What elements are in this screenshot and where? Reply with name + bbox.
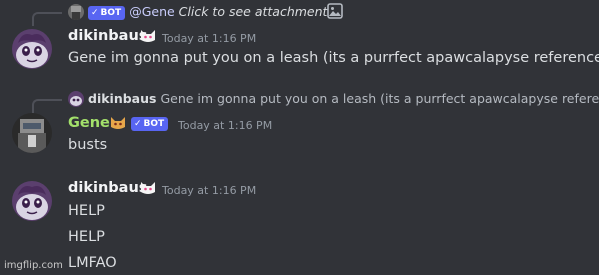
reply-avatar-dikinbaus[interactable] [68, 91, 84, 107]
reply-connector [32, 12, 62, 26]
bot-tag: ✓ BOT [131, 117, 169, 131]
username-dikinbaus[interactable]: dikinbaus [68, 28, 147, 44]
message-line: LMFAO [68, 255, 117, 271]
cat-badge-icon [139, 28, 157, 44]
timestamp: Today at 1:16 PM [162, 32, 257, 45]
message-text: busts [68, 137, 108, 153]
image-icon[interactable] [327, 3, 343, 19]
avatar-gene[interactable] [12, 113, 52, 153]
check-icon: ✓ [91, 8, 99, 18]
timestamp: Today at 1:16 PM [162, 184, 257, 197]
message-line: HELP [68, 203, 105, 219]
message-line: HELP [68, 229, 105, 245]
avatar-dikinbaus[interactable] [12, 181, 52, 221]
reply-text[interactable]: Gene im gonna put you on a leash (its a … [160, 91, 599, 106]
message-text: Gene im gonna put you on a leash (its a … [68, 50, 599, 66]
avatar-dikinbaus[interactable] [12, 29, 52, 69]
reply-avatar-gene[interactable] [68, 4, 84, 20]
username-gene[interactable]: Gene [68, 115, 110, 131]
reply-preview-2[interactable]: dikinbaus Gene im gonna put you on a lea… [88, 91, 599, 106]
bot-tag: ✓ BOT [88, 6, 126, 20]
reply-mention[interactable]: @Gene [129, 4, 175, 19]
reply-connector [32, 99, 62, 113]
cat-badge-icon [109, 115, 127, 131]
watermark: imgflip.com [4, 260, 63, 271]
username-dikinbaus[interactable]: dikinbaus [68, 180, 147, 196]
reply-text[interactable]: Click to see attachment [179, 4, 328, 19]
check-icon: ✓ [134, 119, 142, 129]
reply-preview-1[interactable]: ✓ BOT @Gene Click to see attachment [88, 4, 327, 20]
reply-author[interactable]: dikinbaus [88, 91, 156, 106]
cat-badge-icon [139, 180, 157, 196]
timestamp: Today at 1:16 PM [178, 119, 273, 132]
